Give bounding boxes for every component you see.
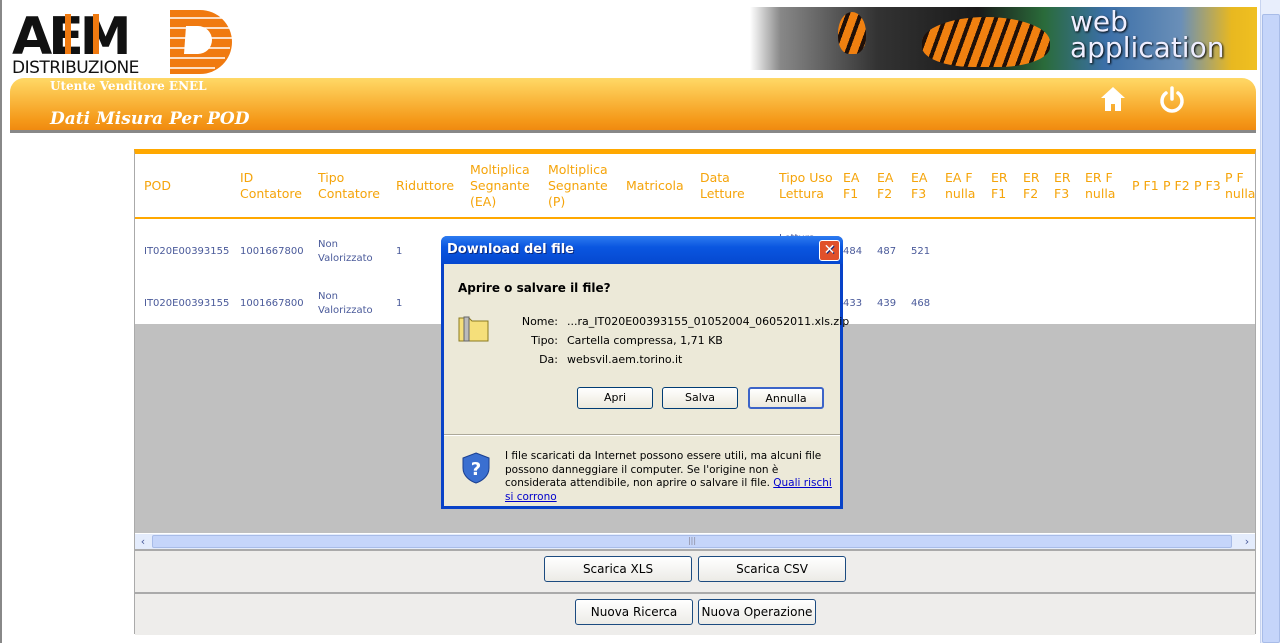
column-header: EA F2 [877, 169, 894, 201]
column-header: Riduttore [396, 177, 455, 193]
nuova-ricerca-button[interactable]: Nuova Ricerca [575, 599, 693, 625]
salva-button[interactable]: Salva [662, 387, 738, 409]
action-bar: Nuova Ricerca Nuova Operazione [135, 592, 1255, 635]
svg-text:DISTRIBUZIONE: DISTRIBUZIONE [12, 58, 139, 76]
table-cell: IT020E00393155 [144, 246, 230, 257]
export-bar: Scarica XLS Scarica CSV [135, 549, 1255, 592]
column-header: Data Letture [700, 169, 745, 201]
zip-folder-icon [458, 314, 490, 345]
download-dialog: Download del file ✕ Aprire o salvare il … [441, 236, 849, 509]
scrollbar-thumb[interactable] [1262, 14, 1280, 643]
table-cell: 484 [843, 246, 863, 257]
annulla-button[interactable]: Annulla [748, 387, 824, 409]
column-header: POD [144, 177, 172, 193]
table-cell: 521 [911, 246, 931, 257]
file-type: Cartella compressa, 1,71 KB [567, 334, 723, 347]
table-cell: 468 [911, 298, 931, 309]
table-cell: 1001667800 [240, 246, 304, 257]
table-cell: 1001667800 [240, 298, 304, 309]
shield-question-icon: ? [462, 452, 490, 487]
svg-text:?: ? [471, 459, 481, 480]
scrollbar-thumb[interactable]: ||| [152, 535, 1232, 548]
column-header: Moltiplica Segnante (EA) [470, 161, 530, 209]
nuova-operazione-button[interactable]: Nuova Operazione [698, 599, 816, 625]
table-cell: Non Valorizzato [318, 291, 373, 316]
banner-text: web application [1070, 5, 1225, 64]
user-label: Utente Venditore ENEL [50, 79, 207, 93]
dialog-title: Download del file [447, 242, 574, 257]
column-header: P F3 [1194, 177, 1221, 193]
column-header: Matricola [626, 177, 684, 193]
power-icon[interactable] [1158, 86, 1186, 114]
butterfly-image [838, 12, 866, 54]
column-header: Tipo Contatore [318, 169, 380, 201]
column-header: EA F1 [843, 169, 860, 201]
scarica-xls-button[interactable]: Scarica XLS [544, 556, 692, 582]
type-label: Tipo: [531, 334, 558, 347]
dialog-titlebar: Download del file ✕ [441, 236, 843, 264]
column-header: EA F nulla [945, 169, 976, 201]
aem-logo: AEM DISTRIBUZIONE [10, 6, 235, 78]
file-source: websvil.aem.torino.it [567, 353, 683, 366]
home-icon[interactable] [1100, 86, 1126, 112]
column-header: ER F3 [1054, 169, 1071, 201]
table-cell: Non Valorizzato [318, 239, 373, 264]
column-header: Tipo Uso Lettura [779, 169, 833, 201]
warning-text: I file scaricati da Internet possono ess… [505, 450, 832, 503]
table-cell: 487 [877, 246, 897, 257]
horizontal-scrollbar[interactable]: ‹ ||| › [135, 533, 1255, 549]
column-header: ID Contatore [240, 169, 302, 201]
table-header: POD ID Contatore Tipo Contatore Riduttore Mo… [135, 154, 1255, 219]
apri-button[interactable]: Apri [577, 387, 653, 409]
column-header: EA F3 [911, 169, 928, 201]
dialog-question: Aprire o salvare il file? [458, 281, 611, 295]
column-header: ER F2 [1023, 169, 1040, 201]
scroll-left-icon[interactable]: ‹ [135, 534, 151, 549]
column-header: P F1 [1132, 177, 1159, 193]
column-header: Moltiplica Segnante (P) [548, 161, 608, 209]
scarica-csv-button[interactable]: Scarica CSV [698, 556, 846, 582]
column-header: P F2 [1163, 177, 1190, 193]
name-label: Nome: [521, 315, 558, 328]
header-bar: Utente Venditore ENEL Dati Misura Per PO… [10, 78, 1256, 133]
column-header: ER F1 [991, 169, 1008, 201]
close-icon[interactable]: ✕ [819, 240, 840, 261]
divider [444, 434, 840, 436]
scroll-right-icon[interactable]: › [1239, 534, 1255, 549]
page-title: Dati Misura Per POD [50, 109, 250, 129]
column-header: P F nulla [1225, 169, 1256, 201]
column-header: ER F nulla [1085, 169, 1116, 201]
butterfly-image [922, 17, 1050, 67]
file-name: ...ra_IT020E00393155_01052004_06052011.x… [567, 315, 850, 328]
table-cell: 439 [877, 298, 897, 309]
table-cell: IT020E00393155 [144, 298, 230, 309]
banner-image: web application [750, 7, 1257, 70]
from-label: Da: [539, 353, 558, 366]
vertical-scrollbar[interactable] [1260, 0, 1280, 643]
